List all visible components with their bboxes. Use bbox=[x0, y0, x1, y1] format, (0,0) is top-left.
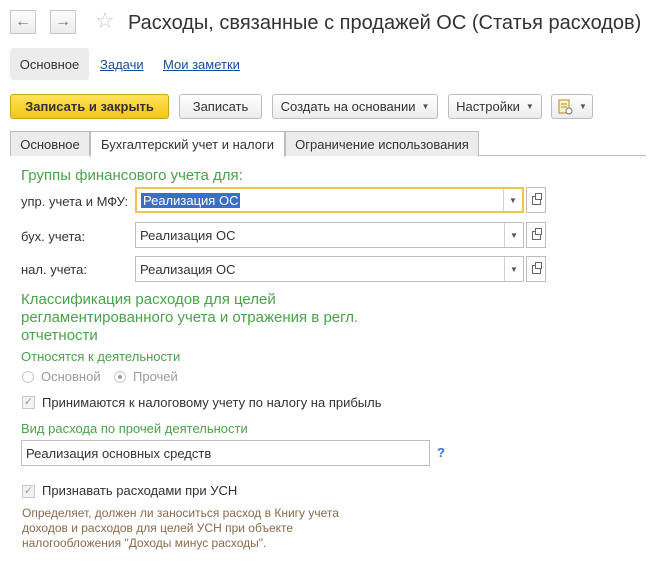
other-activity-field[interactable]: Реализация основных средств bbox=[21, 440, 430, 466]
save-and-close-button[interactable]: Записать и закрыть bbox=[10, 94, 169, 119]
open-mgmt-button[interactable] bbox=[526, 187, 546, 213]
open-window-icon bbox=[531, 192, 542, 205]
usn-label: Признавать расходами при УСН bbox=[42, 483, 238, 498]
open-window-icon bbox=[531, 227, 542, 240]
radio-main-label: Основной bbox=[41, 369, 101, 384]
usn-checkbox[interactable]: ✓ bbox=[22, 485, 35, 498]
usn-description: Определяет, должен ли заноситься расход … bbox=[22, 506, 339, 550]
save-and-close-label: Записать и закрыть bbox=[25, 99, 154, 114]
radio-other-label: Прочей bbox=[133, 369, 178, 384]
radio-other-activity[interactable] bbox=[114, 371, 126, 383]
tab-main[interactable]: Основное bbox=[10, 131, 90, 156]
settings-button[interactable]: Настройки ▼ bbox=[448, 94, 542, 119]
dropdown-arrow-icon[interactable]: ▼ bbox=[503, 189, 522, 211]
tax-accounting-field[interactable]: Реализация ОС ▼ bbox=[135, 256, 524, 282]
open-window-icon bbox=[531, 261, 542, 274]
chevron-down-icon: ▼ bbox=[579, 102, 587, 111]
chevron-down-icon: ▼ bbox=[421, 102, 430, 111]
dropdown-arrow-icon[interactable]: ▼ bbox=[504, 223, 523, 247]
arrow-right-icon: → bbox=[55, 13, 71, 30]
star-icon[interactable]: ☆ bbox=[95, 8, 115, 34]
tax-accounting-value: Реализация ОС bbox=[140, 261, 236, 277]
tax-accept-checkbox[interactable]: ✓ bbox=[22, 396, 35, 409]
tax-accounting-label: нал. учета: bbox=[21, 262, 87, 277]
tab-usage-restriction[interactable]: Ограничение использования bbox=[285, 131, 479, 156]
settings-label: Настройки bbox=[456, 99, 520, 114]
other-activity-value: Реализация основных средств bbox=[26, 445, 212, 461]
open-acc-button[interactable] bbox=[526, 222, 546, 248]
document-icon bbox=[558, 99, 573, 114]
arrow-left-icon: ← bbox=[15, 13, 31, 30]
mgmt-accounting-label: упр. учета и МФУ: bbox=[21, 194, 129, 209]
topnav-tasks[interactable]: Задачи bbox=[100, 57, 144, 72]
page-title: Расходы, связанные с продажей ОС (Статья… bbox=[128, 12, 642, 34]
back-button[interactable]: ← bbox=[10, 10, 36, 34]
acc-accounting-label: бух. учета: bbox=[21, 229, 86, 244]
groups-heading: Группы финансового учета для: bbox=[21, 167, 243, 184]
activity-heading: Относятся к деятельности bbox=[21, 349, 181, 364]
help-icon[interactable]: ? bbox=[437, 445, 445, 460]
dropdown-arrow-icon[interactable]: ▼ bbox=[504, 257, 523, 281]
classification-heading: Классификация расходов для целей регламе… bbox=[21, 291, 359, 344]
topnav-notes[interactable]: Мои заметки bbox=[163, 57, 240, 72]
topnav-main[interactable]: Основное bbox=[10, 48, 89, 80]
save-label: Записать bbox=[192, 99, 249, 114]
tab-accounting-taxes[interactable]: Бухгалтерский учет и налоги bbox=[90, 131, 285, 157]
other-activity-heading: Вид расхода по прочей деятельности bbox=[21, 421, 248, 436]
tax-accept-label: Принимаются к налоговому учету по налогу… bbox=[42, 395, 382, 410]
save-button[interactable]: Записать bbox=[179, 94, 262, 119]
acc-accounting-value: Реализация ОС bbox=[140, 227, 236, 243]
create-based-button[interactable]: Создать на основании ▼ bbox=[272, 94, 438, 119]
radio-main-activity[interactable] bbox=[22, 371, 34, 383]
chevron-down-icon: ▼ bbox=[525, 102, 534, 111]
mgmt-accounting-field[interactable]: Реализация ОС ▼ bbox=[135, 187, 524, 213]
reports-button[interactable]: ▼ bbox=[551, 94, 593, 119]
acc-accounting-field[interactable]: Реализация ОС ▼ bbox=[135, 222, 524, 248]
mgmt-accounting-value: Реализация ОС bbox=[141, 192, 241, 208]
create-based-label: Создать на основании bbox=[280, 99, 416, 114]
open-tax-button[interactable] bbox=[526, 256, 546, 282]
forward-button[interactable]: → bbox=[50, 10, 76, 34]
